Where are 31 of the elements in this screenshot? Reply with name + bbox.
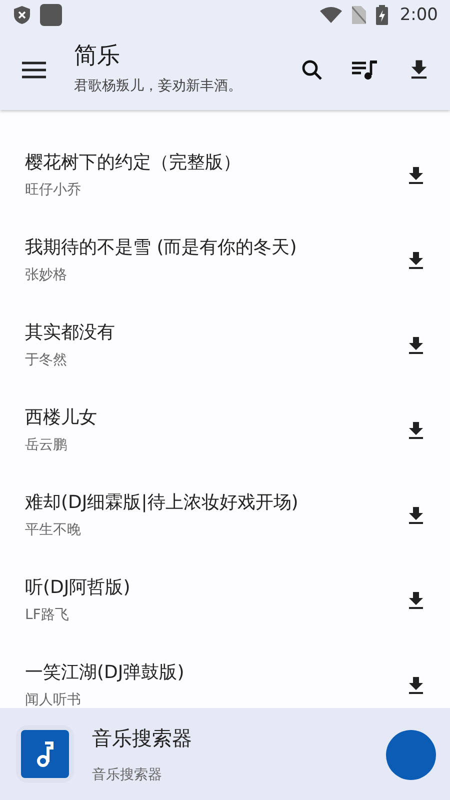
song-artist: LF路飞 — [25, 606, 70, 624]
menu-icon — [22, 61, 46, 79]
song-artist: 于冬然 — [25, 351, 68, 369]
song-title[interactable]: 难却(DJ细霖版|待上浓妆好戏开场) — [25, 490, 400, 514]
song-title[interactable]: 听(DJ阿哲版) — [25, 575, 400, 599]
app-subtitle: 君歌杨叛儿，妾劝新丰酒。 — [74, 76, 243, 94]
shield-icon — [14, 6, 30, 24]
song-title[interactable]: 其实都没有 — [25, 320, 400, 344]
player-subtitle: 音乐搜索器 — [92, 766, 163, 784]
music-note-icon — [21, 730, 69, 778]
play-button[interactable] — [386, 730, 436, 780]
song-artist: 岳云鹏 — [25, 436, 68, 454]
cover-tile[interactable] — [16, 725, 74, 783]
status-time: 2:00 — [400, 5, 438, 25]
battery-icon — [376, 5, 388, 25]
song-artist: 平生不晚 — [25, 521, 82, 539]
song-title[interactable]: 我期待的不是雪 (而是有你的冬天) — [25, 235, 400, 259]
song-title[interactable]: 一笑江湖(DJ弹鼓版) — [25, 660, 400, 684]
no-sim-icon — [352, 6, 366, 24]
song-artist: 张妙格 — [25, 266, 68, 284]
menu-button[interactable] — [22, 61, 46, 79]
song-title[interactable]: 西楼儿女 — [25, 405, 400, 429]
search-icon — [300, 58, 324, 82]
app-title: 简乐 — [74, 42, 121, 70]
playlist-icon — [352, 59, 378, 81]
song-artist: 闻人听书 — [25, 691, 82, 708]
player-title: 音乐搜索器 — [92, 724, 192, 752]
wifi-icon — [320, 7, 342, 23]
song-artist: 旺仔小乔 — [25, 181, 82, 199]
square-icon — [40, 4, 62, 26]
song-title[interactable]: 樱花树下的约定（完整版） — [25, 150, 400, 174]
